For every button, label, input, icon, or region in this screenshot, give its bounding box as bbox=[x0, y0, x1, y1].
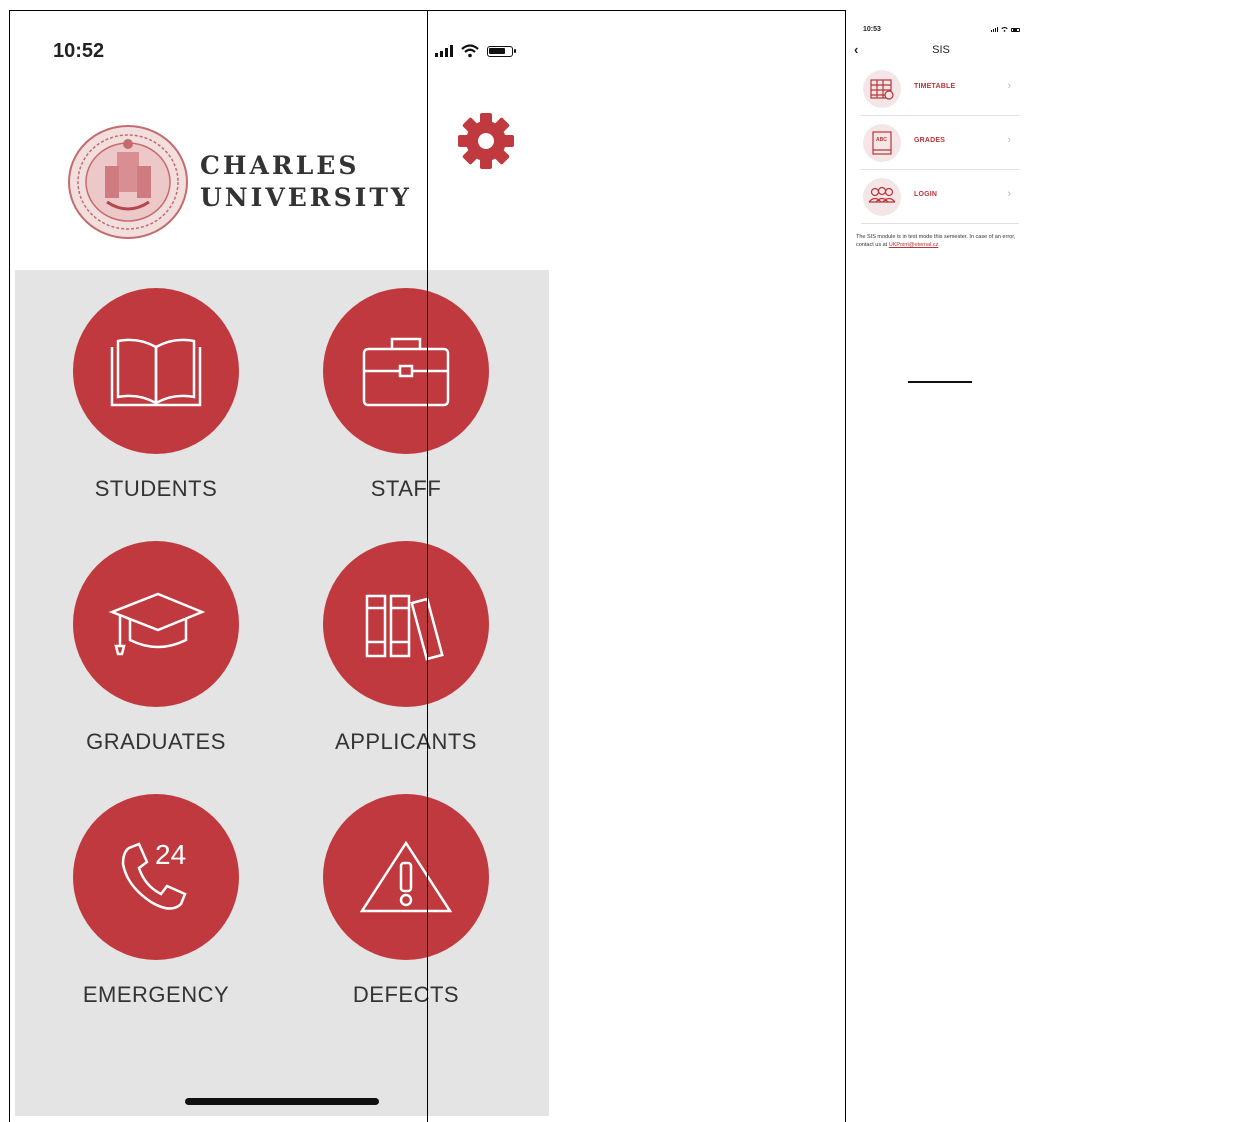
chevron-right-icon: › bbox=[1007, 80, 1011, 92]
tile-applicants[interactable]: APPLICANTS bbox=[311, 541, 501, 761]
tile-staff-label: STAFF bbox=[370, 476, 442, 501]
home-indicator bbox=[185, 1098, 379, 1105]
tile-graduates[interactable]: GRADUATES bbox=[61, 541, 251, 761]
page-title: SIS bbox=[932, 44, 950, 56]
home-indicator bbox=[908, 381, 972, 383]
status-icons bbox=[991, 27, 1020, 32]
timetable-icon-circle bbox=[863, 70, 901, 108]
tile-emergency-label: EMERGENCY bbox=[82, 982, 230, 1007]
home-screen: 10:52 CHARLES UNIVERSITY STUDENTS STAFF … bbox=[15, 12, 549, 1116]
graduation-cap-icon bbox=[108, 592, 206, 656]
sis-screen: 10:53 ‹ SIS TIMETABLE › ABC GRADES › LOG… bbox=[851, 12, 1031, 1112]
battery-icon bbox=[487, 45, 516, 57]
menu-item-login-label: LOGIN bbox=[914, 191, 938, 198]
menu-item-timetable[interactable]: TIMETABLE › bbox=[861, 62, 1019, 116]
wifi-icon bbox=[461, 44, 479, 58]
university-seal-logo bbox=[68, 125, 188, 239]
tile-staff[interactable]: STAFF bbox=[311, 288, 501, 508]
logo-line-2: UNIVERSITY bbox=[200, 183, 412, 212]
tile-emergency[interactable]: 24 EMERGENCY bbox=[61, 794, 251, 1014]
status-icons bbox=[435, 44, 516, 58]
frame-left-line bbox=[9, 10, 10, 1122]
wifi-icon bbox=[1001, 27, 1008, 32]
grades-icon-circle: ABC bbox=[863, 124, 901, 162]
books-icon bbox=[365, 594, 444, 661]
status-time: 10:53 bbox=[863, 26, 881, 33]
tile-defects-label: DEFECTS bbox=[352, 982, 460, 1007]
tile-students[interactable]: STUDENTS bbox=[61, 288, 251, 508]
graduates-tile-circle bbox=[73, 541, 239, 707]
menu-item-timetable-label: TIMETABLE bbox=[914, 83, 956, 90]
calendar-icon bbox=[870, 79, 894, 100]
status-time: 10:52 bbox=[53, 40, 105, 62]
gear-icon[interactable] bbox=[456, 111, 516, 171]
book-icon bbox=[110, 338, 202, 407]
battery-icon bbox=[1011, 27, 1020, 32]
home-grid: STUDENTS STAFF GRADUATES APPLICANTS 24 E… bbox=[15, 270, 549, 1116]
menu-item-grades[interactable]: ABC GRADES › bbox=[861, 116, 1019, 170]
university-name: CHARLES UNIVERSITY bbox=[200, 150, 412, 214]
menu-item-grades-label: GRADES bbox=[914, 137, 946, 144]
svg-text:ABC: ABC bbox=[876, 137, 887, 143]
warning-icon bbox=[359, 840, 453, 913]
staff-tile-circle bbox=[323, 288, 489, 454]
test-mode-note: The SIS module is in test mode this seme… bbox=[856, 233, 1028, 249]
briefcase-icon bbox=[362, 337, 450, 407]
contact-email-link[interactable]: UKPoint@eternal.cz bbox=[889, 242, 939, 248]
frame-middle-line bbox=[427, 10, 428, 1122]
applicants-tile-circle bbox=[323, 541, 489, 707]
phone-24-icon: 24 bbox=[121, 839, 187, 910]
svg-text:24: 24 bbox=[155, 839, 186, 870]
menu-item-login[interactable]: LOGIN › bbox=[861, 170, 1019, 224]
students-tile-circle bbox=[73, 288, 239, 454]
abc-book-icon: ABC bbox=[872, 131, 892, 155]
defects-tile-circle bbox=[323, 794, 489, 960]
login-icon-circle bbox=[863, 178, 901, 216]
chevron-right-icon: › bbox=[1007, 134, 1011, 146]
signal-icon bbox=[991, 27, 998, 32]
chevron-right-icon: › bbox=[1007, 188, 1011, 200]
tile-students-label: STUDENTS bbox=[94, 476, 218, 501]
frame-right-line bbox=[845, 10, 846, 1122]
tile-applicants-label: APPLICANTS bbox=[335, 729, 477, 754]
tile-graduates-label: GRADUATES bbox=[86, 729, 226, 754]
tile-defects[interactable]: DEFECTS bbox=[311, 794, 501, 1014]
emergency-tile-circle: 24 bbox=[73, 794, 239, 960]
logo-line-1: CHARLES bbox=[200, 151, 360, 180]
users-icon bbox=[868, 186, 896, 203]
signal-icon bbox=[435, 45, 453, 57]
